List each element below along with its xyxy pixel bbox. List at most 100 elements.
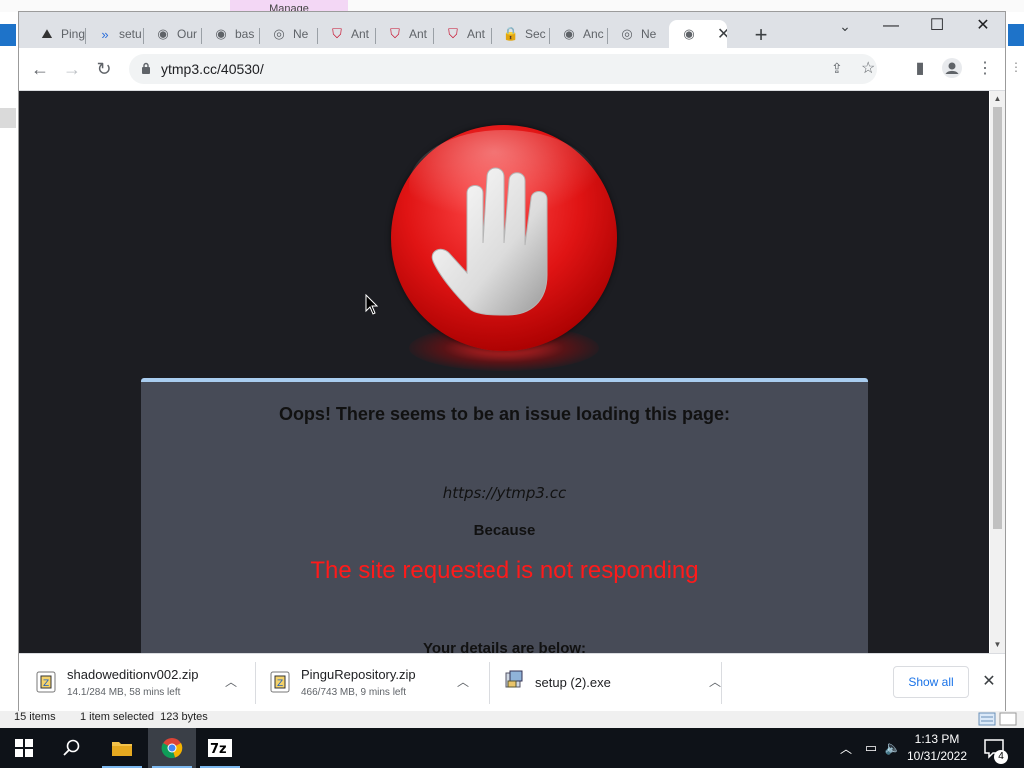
scrollbar-thumb[interactable] (993, 107, 1002, 529)
back-icon[interactable]: ← (29, 58, 51, 80)
chevron-up-icon[interactable]: ︿ (705, 672, 725, 692)
start-button[interactable] (0, 728, 48, 768)
volume-icon[interactable]: 🔈 (884, 738, 902, 758)
tab-title: Sec (525, 27, 546, 41)
url-text[interactable]: ytmp3.cc/40530/ (161, 61, 264, 77)
svg-text:Z: Z (277, 679, 283, 689)
browser-tab[interactable]: ◉ Anc (549, 20, 607, 48)
page-viewport: Oops! There seems to be an issue loading… (19, 91, 989, 653)
browser-tab[interactable]: ◉ ✕ (669, 20, 727, 48)
selection-info: 1 item selected 123 bytes (80, 711, 208, 723)
background-blue-tab (1008, 24, 1024, 46)
item-count: 15 items (14, 711, 56, 723)
search-icon[interactable] (48, 728, 96, 768)
close-icon[interactable]: ✕ (979, 672, 999, 692)
download-status: 466/743 MB, 9 mins left (301, 687, 407, 698)
browser-tab[interactable]: ◎ Ne (607, 20, 665, 48)
chrome-icon[interactable] (148, 728, 196, 768)
tab-strip: ⛰ Ping » setu ◉ Our ◉ bas ◎ Ne ⛉ Ant ⛉ Ant ⛉ Ant 🔒 Sec ◉ An… (19, 12, 1005, 48)
forward-icon[interactable]: → (61, 58, 83, 80)
tab-title: Anc (583, 27, 604, 41)
show-all-button[interactable]: Show all (893, 666, 969, 698)
globe-icon: ◉ (215, 26, 227, 41)
browser-tab[interactable]: 🔒 Sec (491, 20, 549, 48)
new-tab-button[interactable]: + (749, 24, 773, 48)
error-panel: Oops! There seems to be an issue loading… (141, 378, 868, 653)
ping-icon: ⛰ (41, 26, 53, 41)
explorer-status-bar: 15 items 1 item selected 123 bytes (0, 711, 1024, 728)
download-status: 14.1/284 MB, 58 mins left (67, 687, 181, 698)
tab-title: Ant (467, 27, 486, 41)
menu-kebab-icon[interactable]: ⋮ (974, 58, 996, 80)
mcafee-shield-icon: ⛉ (448, 26, 458, 41)
browser-toolbar: ← → ↻ ytmp3.cc/40530/ ⇪ ☆ ▮ ⋮ (19, 48, 1005, 91)
download-filename: setup (2).exe (535, 675, 611, 690)
notification-badge: 4 (994, 750, 1008, 764)
chevron-up-icon[interactable]: ︿ (221, 672, 241, 692)
tab-title: Ant (351, 27, 370, 41)
tab-title: bas (235, 27, 255, 41)
clock-time[interactable]: 1:13 PM (906, 732, 968, 746)
file-explorer-icon[interactable] (98, 728, 146, 768)
globe-icon: ◉ (563, 26, 575, 41)
browser-tab[interactable]: » setu (85, 20, 143, 48)
browser-tab[interactable]: ⛉ Ant (375, 20, 433, 48)
chevron-up-icon[interactable]: ︿ (838, 740, 854, 756)
svg-text:7z: 7z (210, 742, 227, 757)
globe-icon: ◉ (157, 26, 169, 41)
download-shelf: Z shadoweditionv002.zip 14.1/284 MB, 58 … (19, 653, 1005, 711)
close-window-button[interactable]: ✕ (961, 16, 1005, 38)
download-item[interactable]: setup (2).exe ︿ (487, 654, 723, 711)
browser-tab[interactable]: ⛉ Ant (433, 20, 491, 48)
zip-icon: Z (35, 671, 57, 693)
browser-tab[interactable]: ◎ Ne (259, 20, 317, 48)
tab-search-icon[interactable]: ⌄ (837, 18, 853, 34)
download-filename: PinguRepository.zip (301, 667, 416, 682)
vertical-scrollbar[interactable]: ▲ ▼ (990, 91, 1005, 653)
taskbar: 7z ︿ ▭ 🔈 1:13 PM 10/31/2022 4 (0, 728, 1024, 768)
lock-icon[interactable] (141, 62, 151, 74)
chevron-up-icon[interactable]: ︿ (453, 672, 473, 692)
scroll-up-icon[interactable]: ▲ (993, 94, 1002, 103)
maximize-button[interactable]: ☐ (915, 16, 959, 38)
side-panel-icon[interactable]: ▮ (909, 58, 931, 80)
bookmark-star-icon[interactable]: ☆ (861, 58, 875, 78)
lock-icon: 🔒 (502, 26, 520, 41)
stop-hand-icon (391, 125, 617, 351)
tab-title: Ping (61, 27, 85, 41)
clock-date[interactable]: 10/31/2022 (906, 749, 968, 763)
background-gray-tab (0, 108, 16, 128)
download-item[interactable]: Z PinguRepository.zip 466/743 MB, 9 mins… (253, 654, 489, 711)
tab-title: setu (119, 27, 142, 41)
browser-tab[interactable]: ⛰ Ping (27, 20, 85, 48)
tab-title: Ne (641, 27, 657, 41)
background-window-right (1006, 12, 1024, 712)
download-filename: shadoweditionv002.zip (67, 667, 199, 682)
view-toggle-icon[interactable] (978, 711, 1018, 727)
network-icon[interactable]: ▭ (862, 738, 880, 758)
mouse-cursor-icon (365, 293, 379, 316)
tab-title: Ant (409, 27, 428, 41)
browser-window: ⛰ Ping » setu ◉ Our ◉ bas ◎ Ne ⛉ Ant ⛉ Ant ⛉ Ant 🔒 Sec ◉ An… (18, 11, 1006, 711)
reload-icon[interactable]: ↻ (93, 58, 115, 80)
error-site-url: https://ytmp3.cc (442, 484, 567, 502)
zip-icon: Z (269, 671, 291, 693)
profile-avatar-icon[interactable] (941, 58, 963, 80)
share-icon[interactable]: ⇪ (831, 60, 843, 77)
browser-tab[interactable]: ◉ Our (143, 20, 201, 48)
svg-text:Z: Z (43, 679, 49, 689)
mcafee-shield-icon: ⛉ (390, 26, 400, 41)
browser-tab[interactable]: ⛉ Ant (317, 20, 375, 48)
background-menu-icon: ⋮ (1010, 60, 1022, 74)
close-tab-icon[interactable]: ✕ (717, 24, 727, 44)
7zip-icon[interactable]: 7z (196, 728, 244, 768)
scroll-down-icon[interactable]: ▼ (993, 640, 1002, 649)
address-bar[interactable]: ytmp3.cc/40530/ ⇪ ☆ (129, 54, 877, 84)
chrome-icon: ◎ (273, 26, 285, 41)
background-blue-tab (0, 24, 16, 46)
browser-tab[interactable]: ◉ bas (201, 20, 259, 48)
minimize-button[interactable]: — (869, 16, 913, 38)
download-item[interactable]: Z shadoweditionv002.zip 14.1/284 MB, 58 … (19, 654, 255, 711)
chevron-double-icon: » (101, 26, 109, 42)
tab-title: Ne (293, 27, 309, 41)
